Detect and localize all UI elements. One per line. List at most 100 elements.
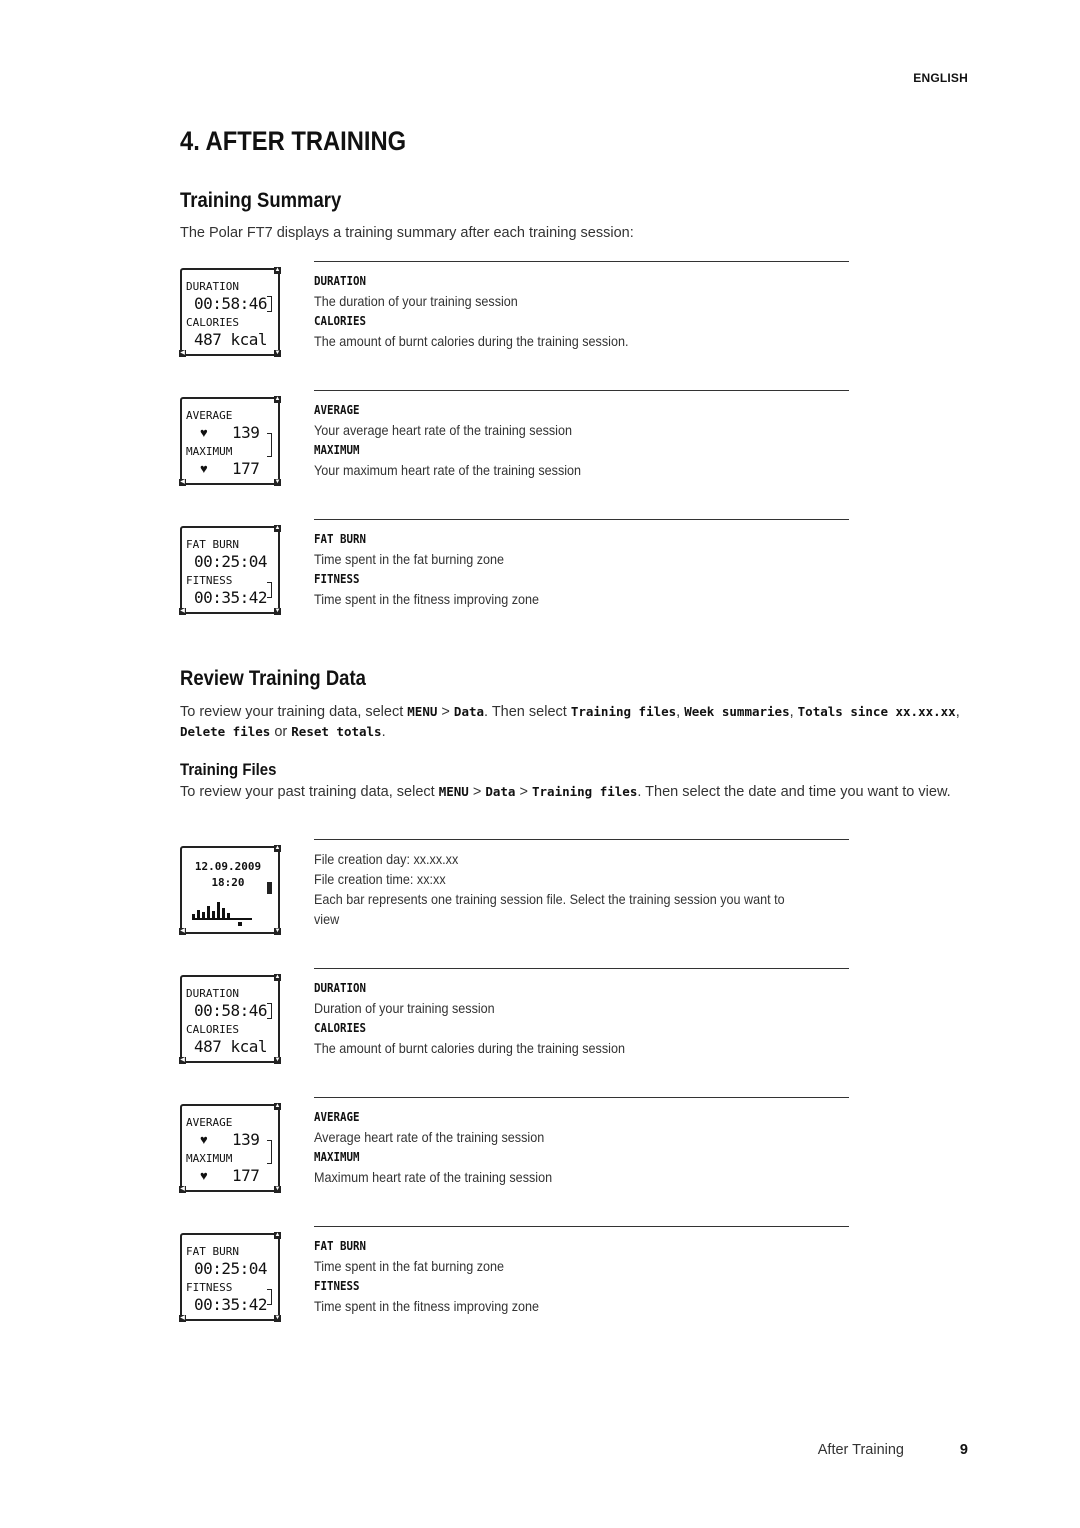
- heart-icon: ♥: [200, 1168, 208, 1183]
- up-arrow-icon: ▲: [274, 396, 281, 403]
- heart-icon: ♥: [200, 1132, 208, 1147]
- field-label: AVERAGE: [314, 1110, 360, 1124]
- watch-value: 177: [232, 459, 260, 478]
- summary-row-zones: ▲ ◀ ▼ FAT BURN 00:25:04 FITNESS 00:35:42…: [179, 519, 850, 615]
- watch-value: 139: [232, 423, 260, 442]
- watch-value: 00:58:46: [194, 1001, 268, 1020]
- field-label: AVERAGE: [314, 403, 360, 417]
- left-arrow-icon: ◀: [179, 608, 186, 615]
- text: To review your past training data, selec…: [180, 784, 439, 800]
- up-arrow-icon: ▲: [274, 845, 281, 852]
- footer-section-title: After Training: [817, 1442, 904, 1458]
- divider: [314, 1097, 849, 1098]
- watch-label: DURATION: [186, 987, 239, 1000]
- field-description: Average heart rate of the training sessi…: [314, 1129, 545, 1145]
- watch-label: CALORIES: [186, 1023, 239, 1036]
- left-arrow-icon: ◀: [179, 1186, 186, 1193]
- row-description: AVERAGE Your average heart rate of the t…: [314, 400, 796, 480]
- divider: [314, 519, 849, 520]
- watch-display-heart-rate: ▲ ◀ ▼ AVERAGE ♥ 139 MAXIMUM ♥ 177: [179, 1103, 281, 1193]
- scroll-indicator: [267, 1140, 272, 1164]
- file-row-heart-rate: ▲ ◀ ▼ AVERAGE ♥ 139 MAXIMUM ♥ 177 AVERAG…: [179, 1097, 850, 1193]
- up-arrow-icon: ▲: [274, 267, 281, 274]
- review-paragraph: To review your training data, select MEN…: [180, 702, 970, 742]
- scroll-indicator: [267, 1289, 272, 1305]
- week-summaries-term: Week summaries: [684, 704, 790, 719]
- separator: >: [468, 784, 486, 800]
- data-term: Data: [453, 704, 485, 719]
- row-description: File creation day: xx.xx.xx File creatio…: [314, 849, 796, 929]
- up-arrow-icon: ▲: [274, 1232, 281, 1239]
- row-description: DURATION The duration of your training s…: [314, 271, 796, 351]
- row-description: FAT BURN Time spent in the fat burning z…: [314, 529, 796, 609]
- text: or: [270, 724, 292, 740]
- field-description: Time spent in the fitness improving zone: [314, 591, 540, 607]
- reset-totals-term: Reset totals: [291, 724, 382, 739]
- down-arrow-icon: ▼: [274, 350, 281, 357]
- page-number: 9: [959, 1442, 968, 1458]
- up-arrow-icon: ▲: [274, 525, 281, 532]
- left-arrow-icon: ◀: [179, 350, 186, 357]
- session-bars-icon: [192, 900, 252, 926]
- separator: ,: [789, 704, 798, 720]
- file-creation-day: File creation day: xx.xx.xx: [314, 851, 459, 867]
- watch-time: 18:20: [211, 876, 245, 889]
- section-title-review: Review Training Data: [180, 667, 366, 690]
- row-description: FAT BURN Time spent in the fat burning z…: [314, 1236, 796, 1316]
- totals-since-term: Totals since xx.xx.xx: [797, 704, 956, 719]
- down-arrow-icon: ▼: [274, 928, 281, 935]
- row-description: DURATION Duration of your training sessi…: [314, 978, 796, 1058]
- watch-value: 00:25:04: [194, 552, 268, 571]
- watch-value: 177: [232, 1166, 260, 1185]
- summary-row-heart-rate: ▲ ◀ ▼ AVERAGE ♥ 139 MAXIMUM ♥ 177 AVERAG…: [179, 390, 850, 486]
- watch-label: MAXIMUM: [186, 445, 233, 458]
- field-description: Your maximum heart rate of the training …: [314, 462, 582, 478]
- down-arrow-icon: ▼: [274, 1186, 281, 1193]
- section-title-training-summary: Training Summary: [180, 189, 342, 212]
- subsection-title-training-files: Training Files: [180, 760, 277, 779]
- field-description: Maximum heart rate of the training sessi…: [314, 1169, 553, 1185]
- row-description: AVERAGE Average heart rate of the traini…: [314, 1107, 796, 1187]
- watch-label: AVERAGE: [186, 409, 233, 422]
- chapter-title: 4. AFTER TRAINING: [180, 126, 407, 156]
- divider: [314, 968, 849, 969]
- file-row-zones: ▲ ◀ ▼ FAT BURN 00:25:04 FITNESS 00:35:42…: [179, 1226, 850, 1322]
- down-arrow-icon: ▼: [274, 1057, 281, 1064]
- file-row-duration: ▲ ◀ ▼ DURATION 00:58:46 CALORIES 487 kca…: [179, 968, 850, 1064]
- divider: [314, 390, 849, 391]
- field-label: FITNESS: [314, 572, 360, 586]
- up-arrow-icon: ▲: [274, 974, 281, 981]
- field-label: CALORIES: [314, 1021, 367, 1035]
- watch-value: 00:25:04: [194, 1259, 268, 1278]
- scroll-indicator: [267, 433, 272, 457]
- separator: ,: [955, 704, 960, 720]
- watch-display-duration: ▲ ◀ ▼ DURATION 00:58:46 CALORIES 487 kca…: [179, 974, 281, 1064]
- field-description: Duration of your training session: [314, 1000, 495, 1016]
- watch-label: FAT BURN: [186, 538, 239, 551]
- left-arrow-icon: ◀: [179, 1057, 186, 1064]
- down-arrow-icon: ▼: [274, 608, 281, 615]
- watch-date: 12.09.2009: [194, 860, 262, 873]
- divider: [314, 261, 849, 262]
- scroll-indicator: [267, 582, 272, 598]
- watch-label: MAXIMUM: [186, 1152, 233, 1165]
- watch-label: CALORIES: [186, 316, 239, 329]
- down-arrow-icon: ▼: [274, 479, 281, 486]
- up-arrow-icon: ▲: [274, 1103, 281, 1110]
- field-label: MAXIMUM: [314, 1150, 360, 1164]
- watch-value: 00:35:42: [194, 1295, 268, 1314]
- field-label: DURATION: [314, 981, 367, 995]
- left-arrow-icon: ◀: [179, 1315, 186, 1322]
- field-description: Time spent in the fat burning zone: [314, 551, 505, 567]
- separator: >: [515, 784, 532, 800]
- baseline: [192, 918, 252, 920]
- field-description: Time spent in the fat burning zone: [314, 1258, 505, 1274]
- field-description: Time spent in the fitness improving zone: [314, 1298, 540, 1314]
- watch-label: FITNESS: [186, 1281, 233, 1294]
- divider: [314, 1226, 849, 1227]
- heart-icon: ♥: [200, 461, 208, 476]
- watch-value: 487 kcal: [194, 1037, 268, 1056]
- watch-label: AVERAGE: [186, 1116, 233, 1129]
- watch-label: FAT BURN: [186, 1245, 239, 1258]
- watch-label: DURATION: [186, 280, 239, 293]
